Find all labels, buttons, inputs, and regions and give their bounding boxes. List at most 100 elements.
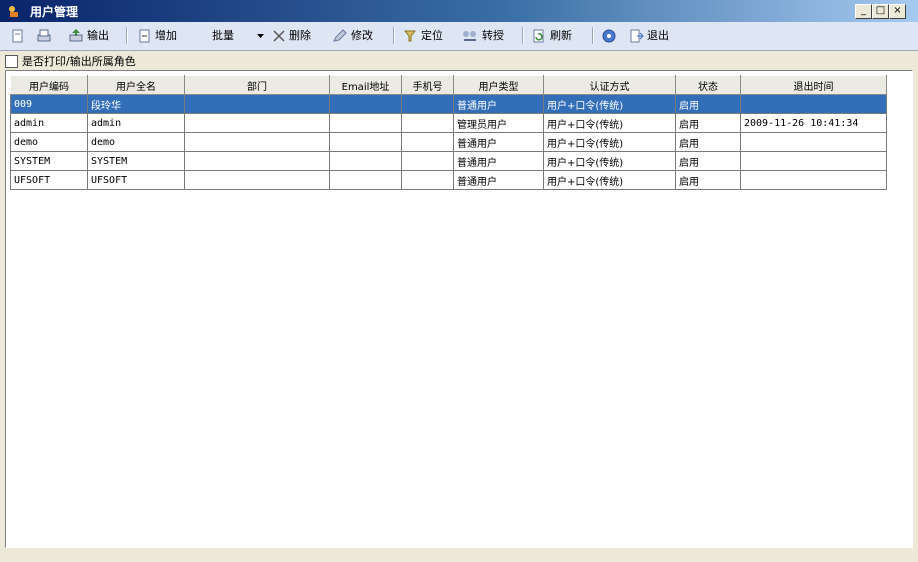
cell-department <box>184 132 330 152</box>
cell-logout-time: 2009-11-26 10:41:34 <box>740 113 887 133</box>
print-button[interactable] <box>36 26 52 46</box>
print-setup-icon <box>12 29 23 43</box>
cell-user-fullname: demo <box>87 132 185 152</box>
column-header-status[interactable]: 状态 <box>675 75 741 95</box>
cell-status: 启用 <box>675 151 741 171</box>
table-row[interactable]: admin admin 管理员用户 用户+口令(传统) 启用 2009-11-2… <box>10 113 887 133</box>
export-label: 输出 <box>87 29 109 42</box>
print-setup-button[interactable] <box>10 26 26 46</box>
cell-mobile <box>401 170 454 190</box>
user-grid-panel: 用户编码 用户全名 部门 Email地址 手机号 用户类型 认证方式 状态 退出… <box>5 70 913 548</box>
batch-button[interactable]: 批量 <box>212 26 234 46</box>
title-bar: 用户管理 _ □ × <box>0 0 918 22</box>
delete-label: 删除 <box>289 29 311 42</box>
table-row[interactable]: 009 段玲华 普通用户 用户+口令(传统) 启用 <box>10 94 887 114</box>
column-header-logout-time[interactable]: 退出时间 <box>740 75 887 95</box>
column-header-mobile[interactable]: 手机号 <box>401 75 454 95</box>
edit-icon <box>333 29 347 42</box>
table-row[interactable]: demo demo 普通用户 用户+口令(传统) 启用 <box>10 132 887 152</box>
cell-auth-method: 用户+口令(传统) <box>543 132 676 152</box>
cell-user-code: SYSTEM <box>10 151 88 171</box>
transfer-icon <box>463 31 476 41</box>
cell-status: 启用 <box>675 113 741 133</box>
column-header-department[interactable]: 部门 <box>184 75 330 95</box>
delete-icon <box>273 30 285 42</box>
cell-user-code: 009 <box>10 94 88 114</box>
refresh-icon <box>533 29 544 43</box>
transfer-button[interactable]: 转授 <box>461 26 504 46</box>
cell-email <box>329 170 402 190</box>
status-bar <box>0 548 918 562</box>
column-header-user-fullname[interactable]: 用户全名 <box>87 75 185 95</box>
cell-mobile <box>401 151 454 171</box>
cell-department <box>184 170 330 190</box>
cell-logout-time <box>740 94 887 114</box>
cell-auth-method: 用户+口令(传统) <box>543 170 676 190</box>
help-button[interactable] <box>601 26 617 46</box>
locate-icon <box>403 30 417 42</box>
toolbar: 输出 增加 批量 删除 修改 定位 转授 刷新 退出 <box>0 22 918 51</box>
cell-auth-method: 用户+口令(传统) <box>543 151 676 171</box>
batch-label: 批量 <box>212 29 234 42</box>
column-header-auth-method[interactable]: 认证方式 <box>543 75 676 95</box>
cell-user-fullname: SYSTEM <box>87 151 185 171</box>
minimize-button[interactable]: _ <box>855 4 872 19</box>
cell-user-fullname: 段玲华 <box>87 94 185 114</box>
modify-label: 修改 <box>351 29 373 42</box>
cell-user-type: 普通用户 <box>453 170 544 190</box>
modify-button[interactable]: 修改 <box>332 26 373 46</box>
export-button[interactable]: 输出 <box>68 26 109 46</box>
table-row[interactable]: SYSTEM SYSTEM 普通用户 用户+口令(传统) 启用 <box>10 151 887 171</box>
print-roles-label: 是否打印/输出所属角色 <box>22 55 136 68</box>
cell-email <box>329 94 402 114</box>
restore-button[interactable]: □ <box>872 4 889 19</box>
refresh-label: 刷新 <box>550 29 572 42</box>
cell-user-type: 管理员用户 <box>453 113 544 133</box>
cell-status: 启用 <box>675 132 741 152</box>
cell-mobile <box>401 94 454 114</box>
table-header-row: 用户编码 用户全名 部门 Email地址 手机号 用户类型 认证方式 状态 退出… <box>10 75 887 95</box>
cell-auth-method: 用户+口令(传统) <box>543 94 676 114</box>
cell-user-code: admin <box>10 113 88 133</box>
delete-button[interactable]: 删除 <box>272 26 311 46</box>
batch-dropdown-button[interactable] <box>257 26 264 46</box>
locate-label: 定位 <box>421 29 443 42</box>
transfer-label: 转授 <box>482 29 504 42</box>
print-icon <box>37 29 51 42</box>
exit-button[interactable]: 退出 <box>628 26 669 46</box>
close-button[interactable]: × <box>889 4 906 19</box>
toolbar-separator <box>522 27 524 44</box>
column-header-email[interactable]: Email地址 <box>329 75 402 95</box>
table-row[interactable]: UFSOFT UFSOFT 普通用户 用户+口令(传统) 启用 <box>10 170 887 190</box>
cell-status: 启用 <box>675 94 741 114</box>
refresh-button[interactable]: 刷新 <box>531 26 572 46</box>
chevron-down-icon <box>257 34 264 38</box>
cell-logout-time <box>740 132 887 152</box>
export-icon <box>69 29 83 42</box>
print-roles-checkbox[interactable] <box>5 54 18 68</box>
cell-user-type: 普通用户 <box>453 132 544 152</box>
cell-user-fullname: UFSOFT <box>87 170 185 190</box>
window-title: 用户管理 <box>30 5 79 19</box>
column-header-user-type[interactable]: 用户类型 <box>453 75 544 95</box>
cell-user-code: UFSOFT <box>10 170 88 190</box>
cell-user-fullname: admin <box>87 113 185 133</box>
add-button[interactable]: 增加 <box>138 26 177 46</box>
exit-icon <box>630 29 644 43</box>
cell-status: 启用 <box>675 170 741 190</box>
app-icon <box>9 6 18 17</box>
print-roles-option[interactable]: 是否打印/输出所属角色 <box>5 53 136 69</box>
locate-button[interactable]: 定位 <box>402 26 443 46</box>
cell-user-type: 普通用户 <box>453 94 544 114</box>
column-header-user-code[interactable]: 用户编码 <box>10 75 88 95</box>
cell-user-type: 普通用户 <box>453 151 544 171</box>
cell-auth-method: 用户+口令(传统) <box>543 113 676 133</box>
cell-department <box>184 94 330 114</box>
user-table: 用户编码 用户全名 部门 Email地址 手机号 用户类型 认证方式 状态 退出… <box>10 75 887 190</box>
cell-mobile <box>401 132 454 152</box>
toolbar-separator <box>126 27 128 44</box>
add-label: 增加 <box>155 29 177 42</box>
cell-logout-time <box>740 151 887 171</box>
cell-department <box>184 113 330 133</box>
cell-email <box>329 132 402 152</box>
